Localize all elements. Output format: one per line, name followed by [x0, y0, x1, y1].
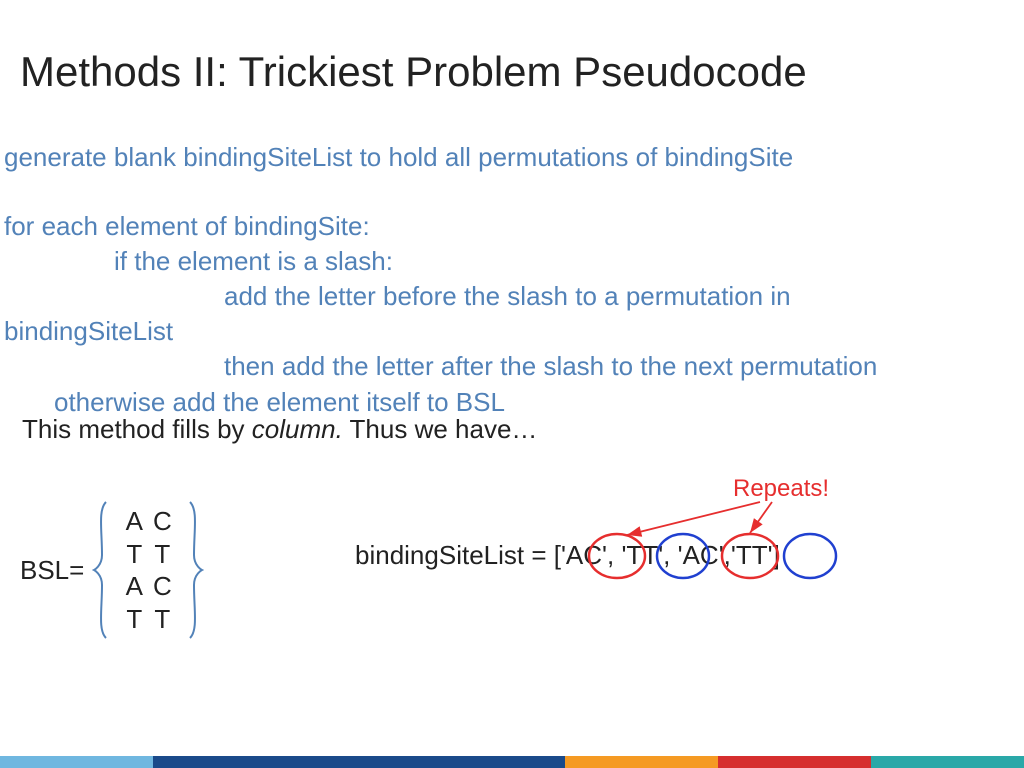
cell: T [148, 538, 176, 571]
bsl-matrix: BSL= AC TT AC TT [20, 500, 204, 640]
sep: , [663, 540, 677, 570]
cell: C [148, 505, 176, 538]
note-em: column. [252, 414, 343, 444]
repeats-label: Repeats! [733, 475, 829, 503]
slide-title: Methods II: Trickiest Problem Pseudocode [20, 48, 807, 96]
binding-site-list: bindingSiteList = ['AC', 'TT', 'AC','TT'… [355, 540, 780, 571]
list-item: 'TT' [621, 540, 663, 570]
pseudo-line: if the element is a slash: [4, 244, 1014, 279]
cell: A [120, 505, 148, 538]
list-prefix: bindingSiteList = [ [355, 540, 561, 570]
pseudo-line: then add the letter after the slash to t… [4, 349, 1014, 384]
arrow-2 [750, 502, 772, 533]
list-item: 'AC' [561, 540, 607, 570]
cell: T [148, 603, 176, 636]
note-text: This method fills by column. Thus we hav… [22, 414, 537, 445]
pseudo-line: add the letter before the slash to a per… [4, 279, 1014, 314]
list-item: 'TT' [731, 540, 773, 570]
right-brace-icon [186, 500, 204, 640]
matrix-table: AC TT AC TT [110, 505, 186, 635]
slide: Methods II: Trickiest Problem Pseudocode… [0, 0, 1024, 768]
left-brace-icon [92, 500, 110, 640]
cell: A [120, 570, 148, 603]
cell: T [120, 538, 148, 571]
note-pre: This method fills by [22, 414, 252, 444]
list-suffix: ] [773, 540, 780, 570]
sep: , [724, 540, 731, 570]
arrow-1 [627, 502, 760, 535]
pseudo-line: for each element of bindingSite: [4, 209, 1014, 244]
cell: T [120, 603, 148, 636]
pseudo-line: generate blank bindingSiteList to hold a… [4, 140, 1014, 175]
footer-stripe [0, 756, 1024, 768]
circle-blue-2 [784, 534, 836, 578]
list-item: 'AC' [678, 540, 724, 570]
note-post: Thus we have… [343, 414, 538, 444]
pseudo-line: bindingSiteList [4, 314, 1014, 349]
sep: , [607, 540, 621, 570]
pseudocode-block: generate blank bindingSiteList to hold a… [4, 140, 1014, 420]
cell: C [148, 570, 176, 603]
bsl-label: BSL= [20, 555, 84, 586]
